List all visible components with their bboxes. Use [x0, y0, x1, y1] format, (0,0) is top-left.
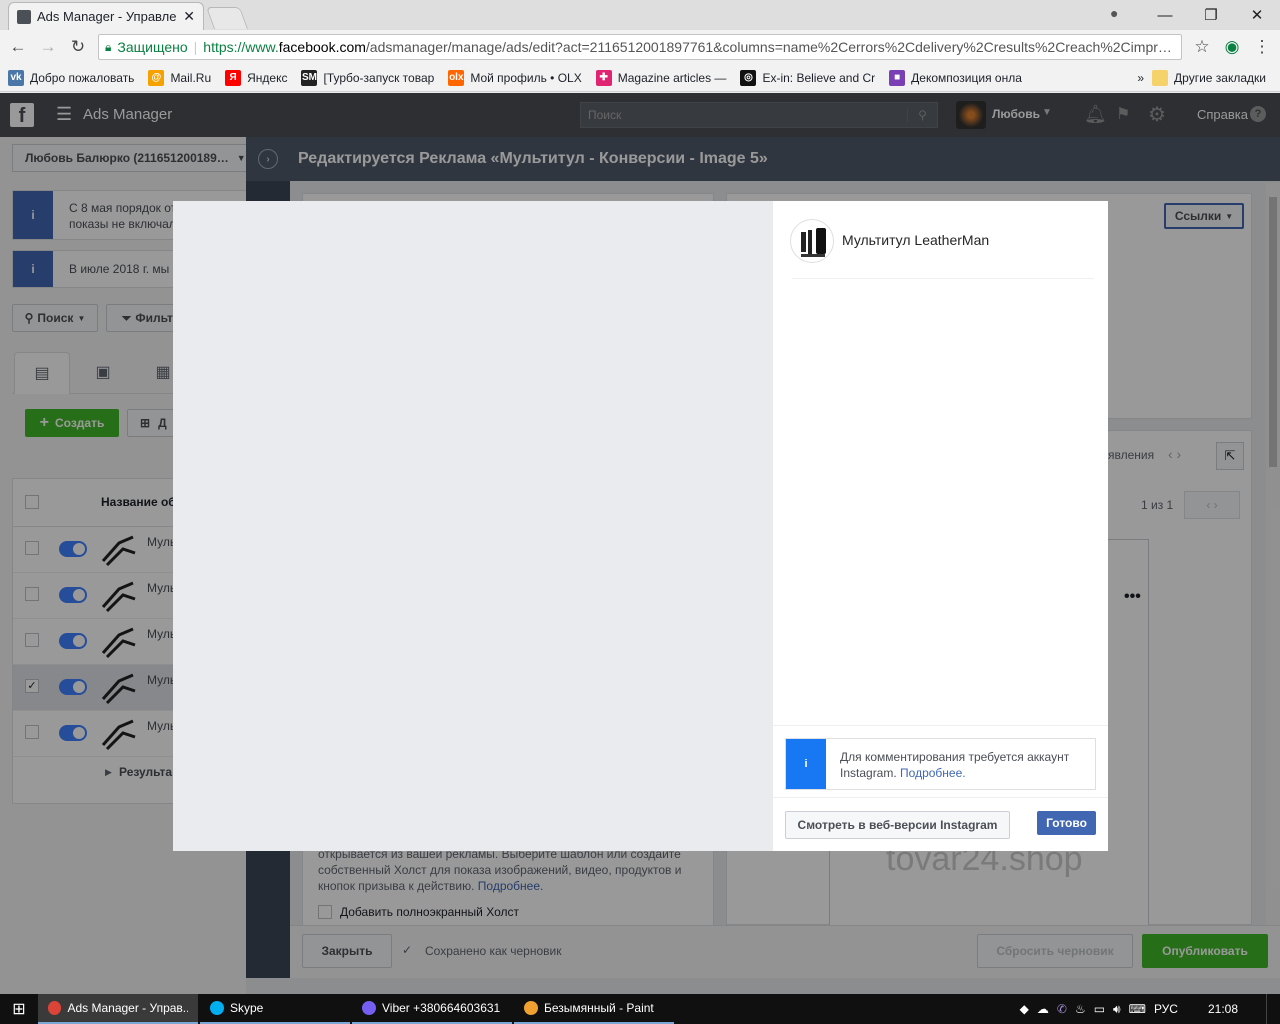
taskbar-item-label: Безымянный - Paint [544, 1001, 654, 1015]
maximize-icon[interactable]: ❐ [1188, 0, 1234, 30]
bookmark-label: [Турбо-запуск товар [323, 70, 435, 85]
secure-label: Защищено [117, 39, 188, 55]
dropbox-icon[interactable]: ◆ [1020, 1002, 1029, 1016]
bookmark-item[interactable]: ✚ Magazine articles — [595, 69, 727, 86]
cloud-icon[interactable]: ☁ [1037, 1002, 1049, 1016]
exin-icon: ◎ [740, 69, 757, 86]
paint-icon [524, 1001, 538, 1015]
vk-icon: vk [8, 69, 24, 86]
yandex-icon: Я [225, 69, 242, 86]
windows-start-icon[interactable]: ⊞ [0, 994, 38, 1024]
volume-icon[interactable]: 🔊︎ [1113, 1002, 1121, 1017]
bookmark-item[interactable]: olx Мой профиль • OLX [448, 69, 582, 86]
onedrive-icon[interactable]: ♨ [1075, 1002, 1086, 1016]
done-button[interactable]: Готово [1037, 811, 1096, 835]
bookmark-item[interactable]: ◎ Ex-in: Believe and Cr [740, 69, 876, 86]
magazine-icon: ✚ [595, 69, 612, 86]
tab-title: Ads Manager - Управлен [37, 9, 178, 24]
extension-icon[interactable]: ◉ [1222, 37, 1242, 57]
bookmark-label: Magazine articles — [617, 70, 727, 85]
bookmark-star-icon[interactable]: ☆ [1192, 37, 1212, 57]
browser-tab-active[interactable]: Ads Manager - Управлен ✕ [8, 2, 204, 30]
close-tab-icon[interactable]: ✕ [183, 8, 195, 25]
menu-icon[interactable]: ⋮ [1252, 37, 1272, 57]
ads-manager-favicon [17, 9, 31, 24]
lock-icon: 🔒︎ [105, 39, 112, 54]
view-on-instagram-button[interactable]: Смотреть в веб-версии Instagram [785, 811, 1010, 839]
keyboard-icon[interactable]: ⌨ [1129, 1002, 1146, 1016]
viber-icon [362, 1001, 376, 1015]
viber-tray-icon[interactable]: ✆ [1057, 1002, 1067, 1016]
back-icon[interactable]: ← [8, 37, 28, 57]
bookmark-label: Декомпозиция онла [911, 70, 1022, 85]
bookmark-item[interactable]: SM [Турбо-запуск товар [301, 69, 435, 86]
bookmark-label: Яндекс [247, 70, 288, 85]
modal-image-area [173, 201, 773, 851]
windows-taskbar: ⊞ Ads Manager - Управ... Skype Viber +3806… [0, 994, 1280, 1024]
modal-divider [792, 278, 1094, 279]
bookmark-item[interactable]: ■ Декомпозиция онла [889, 69, 1022, 86]
url-path: /adsmanager/manage/ads/edit?act=21165120… [365, 39, 1175, 55]
bookmark-label: Ex-in: Believe and Cr [762, 70, 876, 85]
network-icon[interactable]: ▭ [1094, 1002, 1105, 1016]
chrome-icon [48, 1001, 62, 1015]
taskbar-item-label: Skype [230, 1001, 264, 1015]
bookmarks-bar: vk Добро пожаловать @ Mail.Ru Я Яндекс SM [Турб… [0, 64, 1280, 92]
url-domain: facebook.com [278, 39, 366, 55]
account-name[interactable]: Мультитул LeatherMan [842, 232, 989, 248]
bookmark-item[interactable]: @ Mail.Ru [148, 69, 212, 86]
bookmark-label: Добро пожаловать [30, 70, 135, 85]
bookmark-label: Мой профиль • OLX [470, 70, 582, 85]
taskbar-item[interactable]: Ads Manager - Управ... [38, 994, 198, 1024]
taskbar-item[interactable]: Viber +380664603631 [352, 994, 512, 1024]
bookmarks-overflow-icon[interactable]: » [1137, 71, 1144, 85]
taskbar-item[interactable]: Skype [200, 994, 350, 1024]
other-bookmarks-label: Другие закладки [1174, 70, 1266, 85]
skype-icon [210, 1001, 224, 1015]
clock[interactable]: 21:08 [1208, 1002, 1238, 1016]
bookmark-item[interactable]: vk Добро пожаловать [8, 69, 135, 86]
taskbar-item[interactable]: Безымянный - Paint [514, 994, 674, 1024]
other-bookmarks[interactable]: Другие закладки [1152, 69, 1266, 86]
language-indicator[interactable]: РУС [1154, 1002, 1178, 1016]
info-icon: i [786, 739, 826, 789]
taskbar-item-label: Viber +380664603631 [382, 1001, 501, 1015]
decomp-icon: ■ [889, 69, 906, 86]
minimize-icon[interactable]: — [1142, 0, 1188, 30]
comment-info-box: i Для комментирования требуется аккаунт … [785, 738, 1096, 790]
comment-info-link[interactable]: Подробнее. [900, 766, 966, 780]
show-desktop[interactable] [1266, 994, 1272, 1024]
modal-divider-bottom [773, 725, 1108, 726]
modal-divider-footer [773, 797, 1108, 798]
url-input[interactable]: 🔒︎ Защищено | https://www. facebook.com/a… [98, 34, 1182, 60]
mailru-icon: @ [148, 69, 165, 86]
url-prefix: https://www. [203, 39, 279, 55]
close-window-icon[interactable]: ✕ [1234, 0, 1280, 30]
bookmark-label: Mail.Ru [170, 70, 212, 85]
profile-icon[interactable]: ● [1110, 5, 1118, 21]
sm-icon: SM [301, 69, 318, 86]
olx-icon: olx [448, 69, 465, 86]
forward-icon[interactable]: → [38, 37, 58, 57]
address-bar-row: ← → ↻ 🔒︎ Защищено | https://www. facebook… [0, 30, 1280, 64]
reload-icon[interactable]: ↻ [68, 37, 88, 57]
folder-icon [1152, 69, 1169, 86]
bookmark-item[interactable]: Я Яндекс [225, 69, 288, 86]
taskbar-item-label: Ads Manager - Управ... [67, 1001, 188, 1015]
account-avatar[interactable] [790, 219, 834, 263]
